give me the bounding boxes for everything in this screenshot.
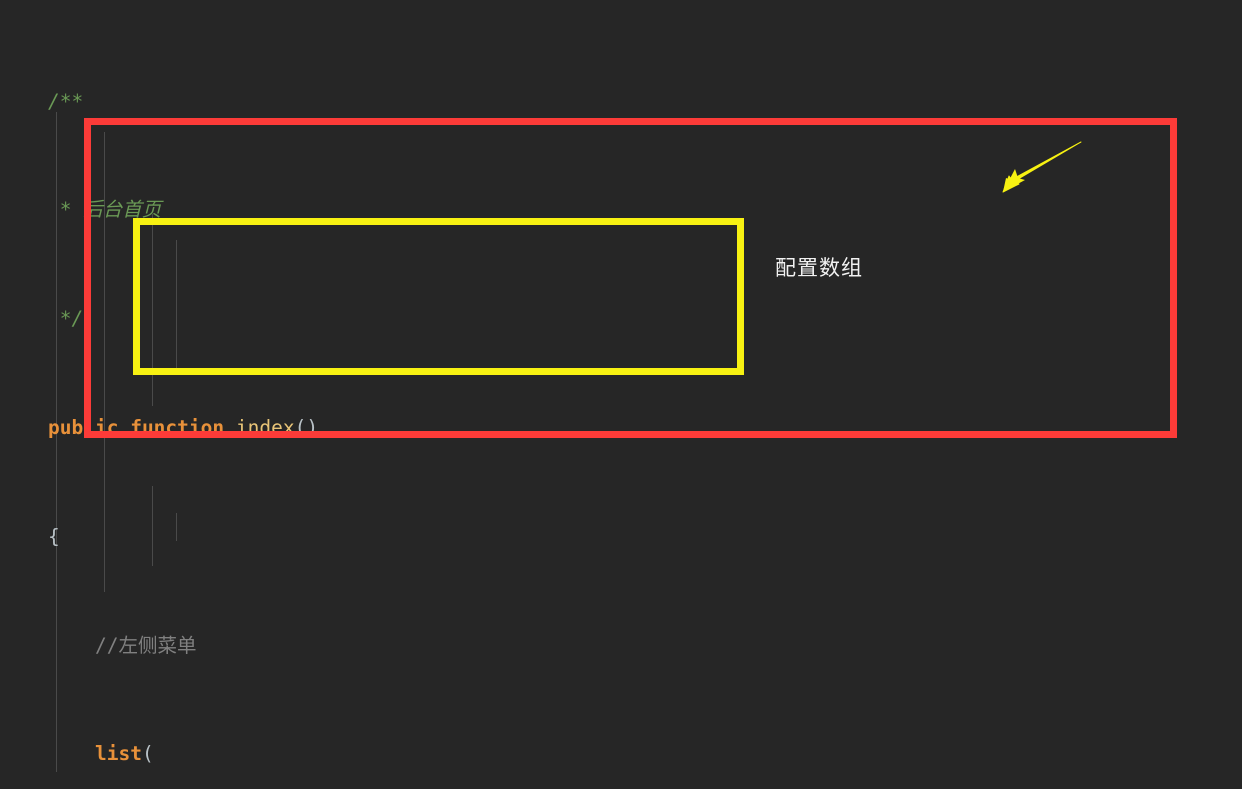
code-line-3: */ xyxy=(0,305,1242,332)
annotation-note-config-array: 配置数组 xyxy=(775,256,863,280)
code-line-2: * 后台首页 xyxy=(0,196,1242,223)
code-screenshot: /** * 后台首页 */ public function index() { … xyxy=(0,0,1242,789)
token-docblock-title: 后台首页 xyxy=(83,198,162,222)
token-keyword-public: public xyxy=(48,416,119,439)
code-editor-content[interactable]: /** * 后台首页 */ public function index() { … xyxy=(0,0,1242,789)
token-paren: () xyxy=(294,416,319,439)
token-docblock-open: /** xyxy=(48,89,84,113)
token-comment-sidebar: //左侧菜单 xyxy=(94,633,197,657)
token-keyword-function: function xyxy=(130,416,225,439)
code-line-7: list( xyxy=(0,740,1242,767)
token-brace-open: { xyxy=(48,524,60,548)
token-function-list: list xyxy=(94,742,142,766)
token-paren-open: ( xyxy=(141,742,154,766)
code-line-4: public function index() xyxy=(0,414,1242,441)
token-function-index: index xyxy=(235,416,295,439)
code-line-5: { xyxy=(0,523,1242,550)
token-docblock-close: */ xyxy=(48,307,84,331)
token-docblock-star: * xyxy=(48,198,84,222)
code-line-1: /** xyxy=(0,88,1242,115)
code-line-6: //左侧菜单 xyxy=(0,632,1242,659)
